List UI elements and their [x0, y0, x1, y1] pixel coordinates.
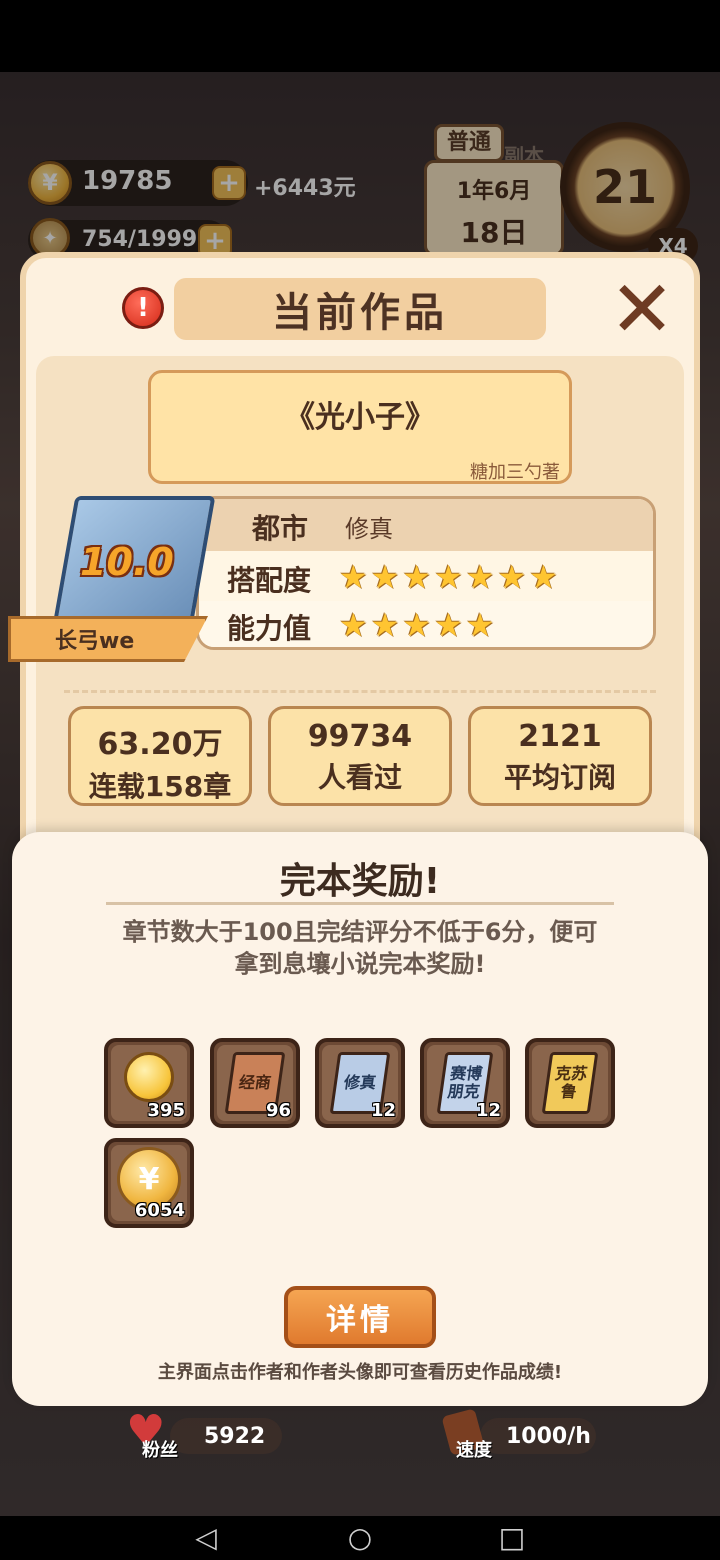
stat-readers-label: 人看过	[317, 761, 402, 794]
stat-words-value: 63.20万	[97, 727, 223, 762]
writer-ribbon[interactable]: 长弓we	[8, 616, 208, 662]
star-icon: ★	[402, 606, 432, 644]
genre-row: 都市 修真	[199, 499, 653, 551]
alert-icon[interactable]: !	[122, 287, 164, 329]
reward-desc-line2: 拿到息壤小说完本奖励!	[234, 950, 486, 978]
star-icon: ★	[370, 606, 400, 644]
stat-readers: 99734 人看过	[268, 706, 452, 806]
reward-description: 章节数大于100且完结评分不低于6分，便可 拿到息壤小说完本奖励!	[60, 916, 660, 980]
ability-stars: ★ ★ ★ ★ ★	[339, 609, 494, 641]
fans-label: 粉丝	[142, 1440, 178, 1461]
author-line: 糖加三勺著	[470, 462, 560, 483]
stat-readers-value: 99734	[307, 719, 413, 754]
reward-item-book-xiuzhen[interactable]: 修真 12	[315, 1038, 405, 1128]
book-label: 赛博朋克	[446, 1064, 484, 1101]
stat-words-label: 连载158章	[88, 770, 232, 803]
reward-item-frame: 395	[111, 1045, 187, 1121]
home-icon[interactable]: ○	[330, 1516, 390, 1560]
reward-desc-line1: 章节数大于100且完结评分不低于6分，便可	[122, 918, 598, 946]
reward-item-frame: 修真 12	[322, 1045, 398, 1121]
reward-item-coin[interactable]: ¥ 6054	[104, 1138, 194, 1228]
star-icon: ★	[434, 606, 463, 644]
reward-item-frame: 克苏鲁	[532, 1045, 608, 1121]
close-button[interactable]: ✕	[604, 271, 680, 349]
book-title: 《光小子》	[285, 400, 435, 435]
item-count: 6054	[134, 1200, 185, 1221]
book-info-box: 都市 修真 搭配度 ★ ★ ★ ★ ★ ★ ★ 能力值 ★ ★ ★ ★ ★	[196, 496, 656, 650]
star-icon: ★	[339, 606, 368, 644]
recents-icon[interactable]: □	[482, 1516, 542, 1560]
stat-words: 63.20万 连载158章	[68, 706, 252, 806]
panel-title: 当前作品	[174, 278, 546, 340]
star-icon: ★	[339, 558, 368, 596]
match-label: 搭配度	[227, 564, 312, 597]
item-count: 12	[370, 1100, 396, 1121]
star-icon: ★	[434, 558, 463, 596]
star-icon: ★	[497, 558, 527, 596]
writer-name: 长弓we	[55, 629, 135, 654]
book-score: 10.0	[80, 540, 174, 584]
ability-row: 能力值 ★ ★ ★ ★ ★	[199, 601, 653, 647]
stat-subscribe: 2121 平均订阅	[468, 706, 652, 806]
reward-item-frame: 经商 96	[217, 1045, 293, 1121]
genre-main: 都市	[251, 512, 308, 545]
stat-subscribe-label: 平均订阅	[503, 761, 616, 794]
lightbulb-icon	[124, 1052, 174, 1102]
reward-item-frame: ¥ 6054	[111, 1145, 187, 1221]
divider	[64, 690, 656, 693]
fans-pill: 5922	[170, 1418, 282, 1454]
star-icon: ★	[465, 558, 495, 596]
book-label: 修真	[342, 1073, 378, 1092]
stat-subscribe-value: 2121	[518, 719, 602, 754]
reward-divider	[106, 902, 614, 905]
star-icon: ★	[529, 558, 558, 596]
reward-item-book-jingshang[interactable]: 经商 96	[210, 1038, 300, 1128]
item-count: 12	[475, 1100, 501, 1121]
fans-value: 5922	[204, 1423, 266, 1449]
book-label: 克苏鲁	[553, 1064, 589, 1101]
speed-value: 1000/h	[506, 1423, 591, 1449]
item-count: 96	[265, 1100, 291, 1121]
speed-label: 速度	[456, 1440, 492, 1461]
reward-item-book-saibo[interactable]: 赛博朋克 12	[420, 1038, 510, 1128]
match-stars: ★ ★ ★ ★ ★ ★ ★	[339, 561, 558, 593]
item-count: 395	[147, 1100, 185, 1121]
ability-label: 能力值	[227, 612, 312, 645]
star-icon: ★	[465, 606, 495, 644]
reward-item-book-kesulu[interactable]: 克苏鲁	[525, 1038, 615, 1128]
book-icon: 克苏鲁	[541, 1052, 599, 1114]
reward-item-lightbulb[interactable]: 395	[104, 1038, 194, 1128]
reward-title: 完本奖励!	[279, 861, 441, 902]
status-bar	[0, 0, 720, 72]
genre-sub: 修真	[345, 515, 393, 543]
system-nav-bar: ◁ ○ □	[0, 1516, 720, 1560]
book-label: 经商	[237, 1073, 273, 1092]
detail-button[interactable]: 详情	[284, 1286, 436, 1348]
back-icon[interactable]: ◁	[176, 1516, 236, 1560]
speed-pill: 1000/h	[480, 1418, 596, 1454]
hint-text: 主界面点击作者和作者头像即可查看历史作品成绩!	[157, 1362, 563, 1383]
reward-item-frame: 赛博朋克 12	[427, 1045, 503, 1121]
match-row: 搭配度 ★ ★ ★ ★ ★ ★ ★	[199, 551, 653, 601]
star-icon: ★	[402, 558, 432, 596]
star-icon: ★	[370, 558, 400, 596]
